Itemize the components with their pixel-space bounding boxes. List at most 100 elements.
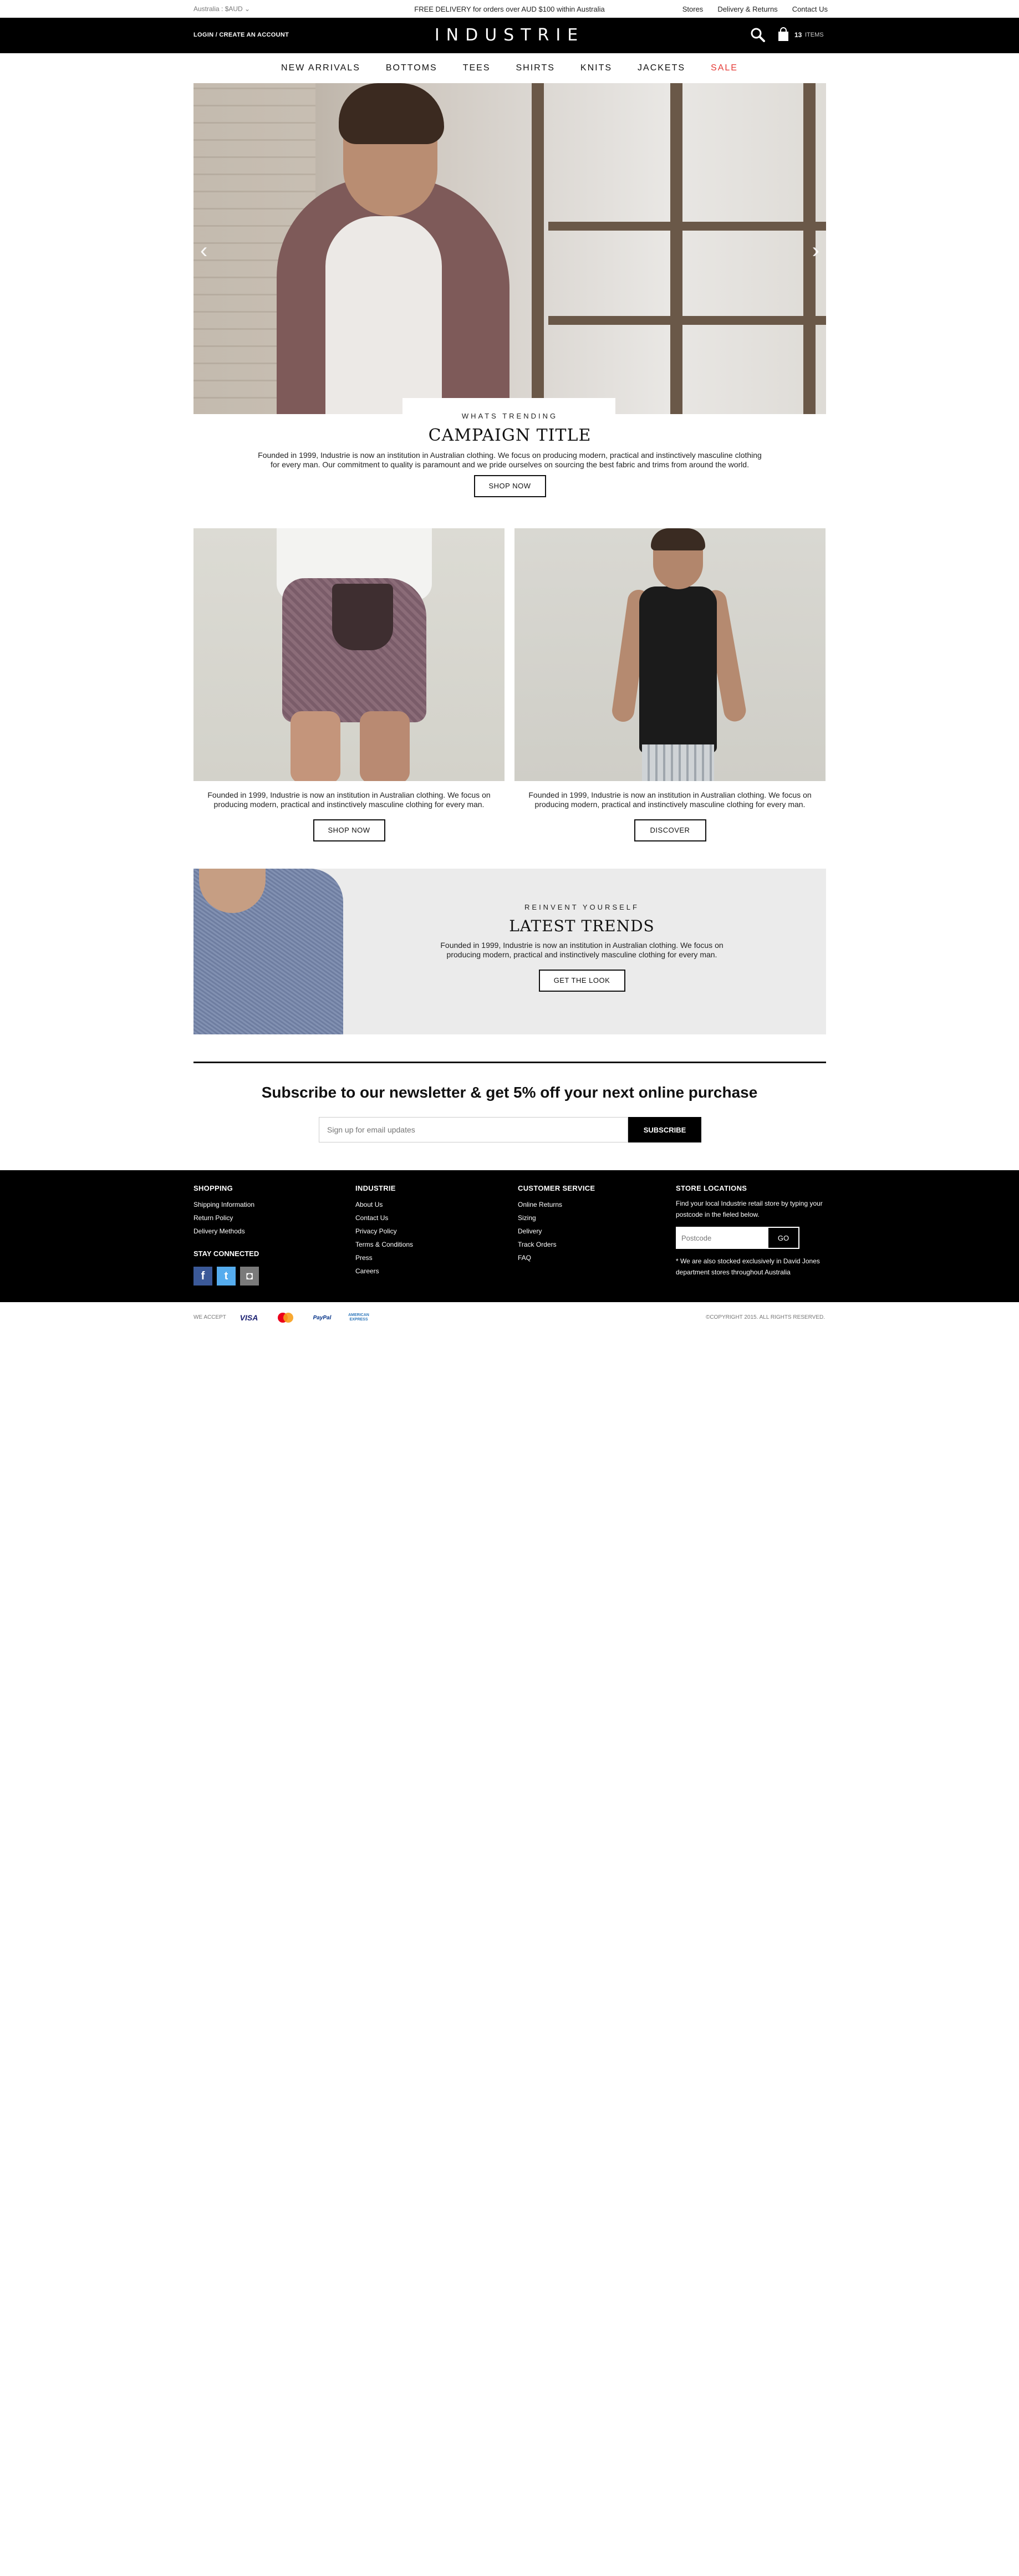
stockist-note: * We are also stocked exclusively in Dav… bbox=[676, 1257, 820, 1276]
promo-image-tank[interactable] bbox=[514, 528, 826, 781]
hero-image-window-frame bbox=[670, 83, 682, 414]
footer-industrie: INDUSTRIE About Us Contact Us Privacy Po… bbox=[355, 1184, 413, 1278]
postcode-form: GO bbox=[676, 1227, 826, 1249]
nav-item-bottoms[interactable]: BOTTOMS bbox=[373, 63, 450, 73]
footer-heading: CUSTOMER SERVICE bbox=[518, 1184, 595, 1192]
footer-link[interactable]: About Us bbox=[355, 1198, 413, 1211]
campaign-eyebrow: WHATS TRENDING bbox=[461, 412, 558, 420]
payment-methods: VISA PayPal AMERICAN EXPRESS bbox=[236, 1310, 372, 1325]
postcode-go-button[interactable]: GO bbox=[767, 1227, 799, 1249]
hero-model-tank bbox=[325, 216, 442, 414]
get-the-look-button[interactable]: GET THE LOOK bbox=[538, 970, 625, 992]
footer-heading: SHOPPING bbox=[193, 1184, 233, 1192]
promo-image-shorts[interactable] bbox=[193, 528, 505, 781]
footer-link[interactable]: Track Orders bbox=[518, 1238, 595, 1251]
footer-link[interactable]: Terms & Conditions bbox=[355, 1238, 413, 1251]
footer-link[interactable]: FAQ bbox=[518, 1251, 595, 1264]
trends-description: Founded in 1999, Industrie is now an ins… bbox=[440, 941, 724, 959]
model-hair bbox=[651, 528, 705, 550]
contact-us-link[interactable]: Contact Us bbox=[792, 5, 828, 13]
footer-link[interactable]: Return Policy bbox=[193, 1211, 254, 1225]
model-pants bbox=[642, 744, 714, 781]
footer-link[interactable]: Online Returns bbox=[518, 1198, 595, 1211]
shop-now-button[interactable]: SHOP NOW bbox=[473, 475, 546, 497]
newsletter-form: SUBSCRIBE bbox=[319, 1117, 701, 1142]
promo-card-shorts: Founded in 1999, Industrie is now an ins… bbox=[193, 528, 505, 841]
footer-heading: STAY CONNECTED bbox=[193, 1249, 259, 1258]
promo-card-tank: Founded in 1999, Industrie is now an ins… bbox=[514, 528, 826, 841]
hero-image-window-frame bbox=[548, 222, 826, 231]
shop-now-button[interactable]: SHOP NOW bbox=[313, 819, 385, 841]
promo-message: FREE DELIVERY for orders over AUD $100 w… bbox=[414, 5, 605, 13]
newsletter-title: Subscribe to our newsletter & get 5% off… bbox=[261, 1084, 758, 1101]
footer-customer-service: CUSTOMER SERVICE Online Returns Sizing D… bbox=[518, 1184, 595, 1264]
newsletter-email-input[interactable] bbox=[319, 1117, 628, 1142]
newsletter-section: Subscribe to our newsletter & get 5% off… bbox=[0, 1084, 1019, 1142]
model-shorts-pocket bbox=[332, 584, 393, 650]
nav-item-tees[interactable]: TEES bbox=[450, 63, 503, 73]
footer-link[interactable]: Sizing bbox=[518, 1211, 595, 1225]
cart-count[interactable]: 13 bbox=[794, 31, 802, 39]
footer-link[interactable]: Careers bbox=[355, 1264, 413, 1278]
carousel-prev-icon[interactable]: ‹ bbox=[200, 238, 207, 263]
nav-item-jackets[interactable]: JACKETS bbox=[625, 63, 698, 73]
stores-link[interactable]: Stores bbox=[682, 5, 704, 13]
promo-description: Founded in 1999, Industrie is now an ins… bbox=[207, 790, 491, 809]
postcode-input[interactable] bbox=[676, 1227, 767, 1249]
store-locator-text: Find your local Industrie retail store b… bbox=[676, 1200, 823, 1218]
brand-logo[interactable]: INDUSTRIE bbox=[0, 25, 1019, 45]
trends-eyebrow: REINVENT YOURSELF bbox=[524, 903, 639, 911]
footer-shopping: SHOPPING Shipping Information Return Pol… bbox=[193, 1184, 254, 1238]
latest-trends-banner: REINVENT YOURSELF LATEST TRENDS Founded … bbox=[193, 869, 826, 1034]
model-leg bbox=[360, 711, 410, 781]
amex-icon: AMERICAN EXPRESS bbox=[348, 1313, 369, 1322]
cart-label[interactable]: ITEMS bbox=[805, 32, 824, 38]
hero-image-window-frame bbox=[532, 83, 544, 414]
footer-link[interactable]: Contact Us bbox=[355, 1211, 413, 1225]
model-leg bbox=[291, 711, 340, 781]
footer-link[interactable]: Shipping Information bbox=[193, 1198, 254, 1211]
promo-description: Founded in 1999, Industrie is now an ins… bbox=[528, 790, 812, 809]
footer-store-locations: STORE LOCATIONS Find your local Industri… bbox=[676, 1184, 826, 1278]
footer-heading: STORE LOCATIONS bbox=[676, 1184, 747, 1192]
twitter-icon[interactable]: t bbox=[217, 1267, 236, 1286]
payment-bar: WE ACCEPT VISA PayPal AMERICAN EXPRESS ©… bbox=[0, 1302, 1019, 1333]
we-accept-label: WE ACCEPT bbox=[193, 1314, 226, 1320]
shopping-bag-icon[interactable] bbox=[777, 27, 789, 42]
footer-link[interactable]: Press bbox=[355, 1251, 413, 1264]
hero-carousel[interactable]: ‹ › bbox=[193, 83, 826, 414]
site-footer: SHOPPING Shipping Information Return Pol… bbox=[0, 1170, 1019, 1302]
subscribe-button[interactable]: SUBSCRIBE bbox=[628, 1117, 701, 1142]
hero-model-hair bbox=[339, 83, 444, 144]
trends-title: LATEST TRENDS bbox=[509, 917, 655, 935]
facebook-icon[interactable]: f bbox=[193, 1267, 212, 1286]
stay-connected: STAY CONNECTED f t ◘ bbox=[193, 1249, 259, 1286]
nav-item-sale[interactable]: SALE bbox=[698, 63, 751, 73]
footer-link[interactable]: Delivery bbox=[518, 1225, 595, 1238]
nav-item-new-arrivals[interactable]: NEW ARRIVALS bbox=[268, 63, 373, 73]
section-divider bbox=[193, 1062, 826, 1063]
campaign-block: WHATS TRENDING CAMPAIGN TITLE Founded in… bbox=[193, 412, 826, 497]
footer-link[interactable]: Privacy Policy bbox=[355, 1225, 413, 1238]
nav-item-shirts[interactable]: SHIRTS bbox=[503, 63, 568, 73]
discover-button[interactable]: DISCOVER bbox=[634, 819, 706, 841]
visa-icon: VISA bbox=[240, 1313, 258, 1322]
search-icon[interactable] bbox=[750, 27, 766, 43]
trends-content: REINVENT YOURSELF LATEST TRENDS Founded … bbox=[338, 869, 826, 992]
site-header: LOGIN / CREATE AN ACCOUNT INDUSTRIE 13 I… bbox=[0, 18, 1019, 53]
copyright: ©COPYRIGHT 2015. ALL RIGHTS RESERVED. bbox=[705, 1314, 825, 1320]
campaign-description: Founded in 1999, Industrie is now an ins… bbox=[258, 451, 762, 469]
utility-links: Stores Delivery & Returns Contact Us bbox=[682, 5, 828, 13]
delivery-returns-link[interactable]: Delivery & Returns bbox=[717, 5, 777, 13]
paypal-icon: PayPal bbox=[313, 1314, 332, 1321]
nav-item-knits[interactable]: KNITS bbox=[568, 63, 625, 73]
instagram-icon[interactable]: ◘ bbox=[240, 1267, 259, 1286]
footer-heading: INDUSTRIE bbox=[355, 1184, 396, 1192]
carousel-next-icon[interactable]: › bbox=[812, 238, 819, 263]
mastercard-icon bbox=[278, 1313, 293, 1323]
utility-bar: Australia : $AUD ⌄ FREE DELIVERY for ord… bbox=[0, 0, 1019, 18]
main-nav: NEW ARRIVALS BOTTOMS TEES SHIRTS KNITS J… bbox=[0, 53, 1019, 83]
model-tank-top bbox=[639, 586, 717, 753]
footer-link[interactable]: Delivery Methods bbox=[193, 1225, 254, 1238]
social-links: f t ◘ bbox=[193, 1267, 259, 1286]
